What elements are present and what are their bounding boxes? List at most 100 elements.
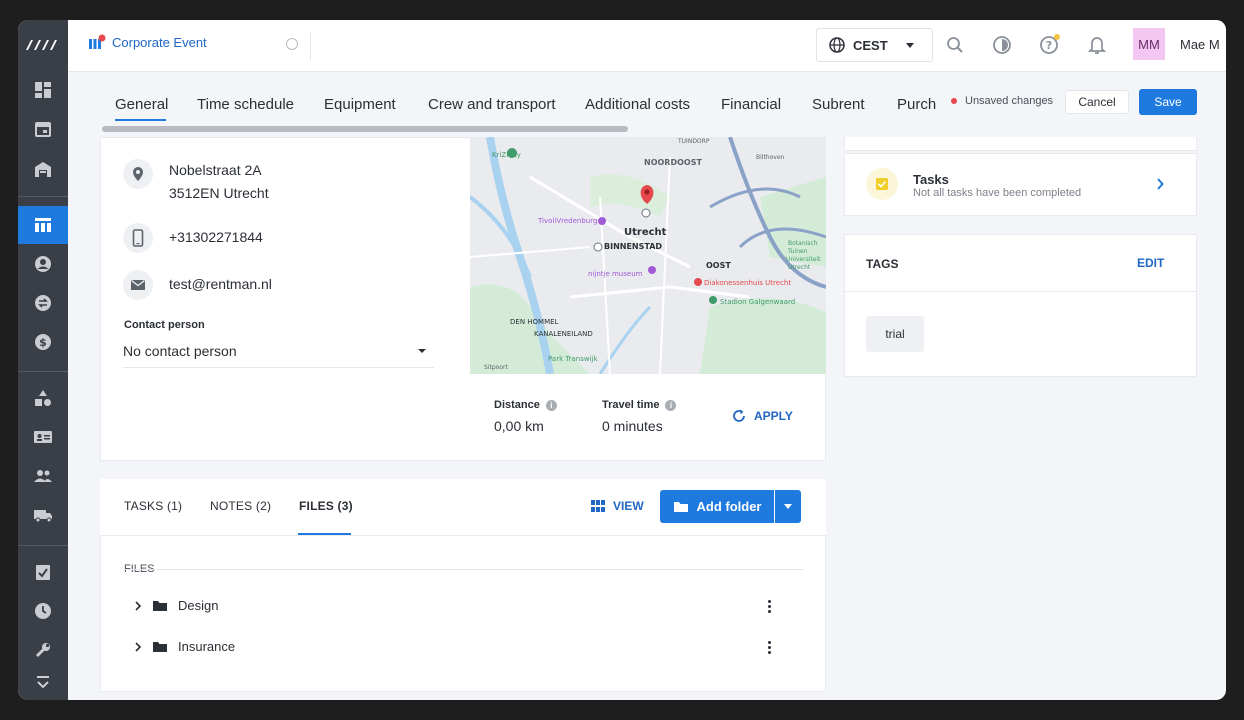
unsaved-text: Unsaved changes	[965, 95, 1054, 107]
refresh-icon	[733, 409, 745, 422]
svg-text:Utrecht: Utrecht	[788, 264, 811, 271]
chevron-down-icon	[784, 504, 792, 509]
svg-text:nijntje museum: nijntje museum	[588, 270, 643, 278]
folder-name: Insurance	[178, 639, 236, 654]
svg-text:Tuinen: Tuinen	[787, 248, 808, 255]
tab-notes[interactable]: NOTES (2)	[210, 499, 271, 513]
info-icon[interactable]: i	[665, 399, 677, 411]
svg-text:?: ?	[1046, 39, 1052, 52]
chevron-right-icon[interactable]	[1156, 178, 1164, 190]
close-tab-icon[interactable]	[286, 38, 298, 50]
expand-sidebar-icon[interactable]	[18, 670, 68, 696]
chevron-right-icon[interactable]	[134, 641, 142, 652]
tab-crew-and-transport[interactable]: Crew and transport	[428, 96, 556, 113]
edit-tags-button[interactable]: EDIT	[1137, 256, 1164, 270]
search-icon[interactable]	[944, 34, 966, 56]
phone-number[interactable]: +31302271844	[169, 223, 263, 249]
clock-icon[interactable]	[18, 592, 68, 630]
calendar-icon[interactable]	[18, 110, 68, 148]
swap-icon[interactable]	[18, 284, 68, 322]
globe-icon	[829, 37, 845, 53]
tab-files[interactable]: FILES (3)	[299, 499, 353, 513]
chevron-right-icon[interactable]	[134, 600, 142, 611]
distance-value: 0,00 km	[494, 418, 544, 434]
folder-icon	[673, 502, 688, 512]
more-options-icon[interactable]	[767, 600, 771, 613]
folder-row-insurance[interactable]: Insurance	[134, 639, 235, 654]
folder-row-design[interactable]: Design	[134, 598, 218, 613]
info-icon[interactable]: i	[545, 399, 557, 411]
crew-icon[interactable]	[18, 457, 68, 495]
phone-row: +31302271844	[123, 223, 263, 253]
truck-icon[interactable]	[18, 496, 68, 534]
add-folder-dropdown[interactable]	[775, 490, 801, 523]
tab-additional-costs[interactable]: Additional costs	[585, 96, 690, 113]
tags-title: TAGS	[866, 257, 899, 271]
wrench-icon[interactable]	[18, 631, 68, 669]
tab-general[interactable]: General	[115, 96, 168, 113]
cancel-button[interactable]: Cancel	[1065, 90, 1129, 114]
contact-person-value: No contact person	[123, 342, 237, 359]
svg-text:Botanisch: Botanisch	[788, 240, 818, 247]
contact-person-select[interactable]: No contact person	[123, 334, 434, 368]
svg-text:Diakonessenhuis Utrecht: Diakonessenhuis Utrecht	[704, 279, 791, 287]
svg-text:Stadion Galgenwaard: Stadion Galgenwaard	[720, 298, 795, 306]
notifications-bell-icon[interactable]	[1086, 34, 1108, 56]
tab-financial[interactable]: Financial	[721, 96, 781, 113]
svg-text:$: $	[39, 336, 47, 349]
svg-text:TivoliVredenburg: TivoliVredenburg	[537, 217, 597, 225]
finance-icon[interactable]: $	[18, 323, 68, 361]
divider	[844, 291, 1197, 292]
folder-icon	[153, 641, 167, 652]
svg-text:TUINDORP: TUINDORP	[677, 138, 710, 145]
warehouse-icon[interactable]	[18, 150, 68, 188]
rentman-logo[interactable]	[18, 30, 68, 60]
save-button[interactable]: Save	[1139, 89, 1197, 115]
location-pin-icon	[123, 159, 153, 189]
add-folder-button[interactable]: Add folder	[660, 490, 774, 523]
address-line-1: Nobelstraat 2A	[169, 162, 262, 178]
address-row: Nobelstraat 2A 3512EN Utrecht	[123, 159, 269, 205]
svg-text:Bilthoven: Bilthoven	[756, 154, 785, 161]
app-window: $ Corporate Event CEST ? MM Mae M Genera…	[18, 20, 1226, 700]
chevron-down-icon	[906, 43, 914, 48]
apply-button[interactable]: APPLY	[732, 409, 793, 423]
tasks-title: Tasks	[913, 172, 949, 187]
grid-icon	[591, 500, 605, 512]
timezone-select[interactable]: CEST	[816, 28, 933, 62]
contacts-icon[interactable]	[18, 245, 68, 283]
checklist-icon[interactable]	[18, 553, 68, 591]
equipment-icon[interactable]	[18, 379, 68, 417]
project-icon	[89, 34, 106, 49]
theme-icon[interactable]	[991, 34, 1013, 56]
user-avatar[interactable]: MM	[1133, 28, 1165, 60]
tab-subrent[interactable]: Subrent	[812, 96, 865, 113]
task-checklist-icon	[866, 168, 898, 200]
tabs-scrollbar[interactable]	[102, 126, 628, 132]
dashboard-icon[interactable]	[18, 71, 68, 109]
tab-tasks[interactable]: TASKS (1)	[124, 499, 182, 513]
phone-icon	[123, 223, 153, 253]
tasks-subtitle: Not all tasks have been completed	[913, 187, 1082, 199]
distance-label: Distance i	[494, 399, 557, 411]
mail-icon	[123, 270, 153, 300]
svg-text:DEN HOMMEL: DEN HOMMEL	[510, 318, 559, 326]
help-icon[interactable]: ?	[1039, 34, 1061, 56]
project-tab[interactable]: Corporate Event	[88, 34, 207, 50]
view-button[interactable]: VIEW	[591, 499, 644, 513]
svg-text:Park Transwijk: Park Transwijk	[548, 355, 598, 363]
email-address[interactable]: test@rentman.nl	[169, 270, 272, 296]
tag-chip[interactable]: trial	[866, 316, 924, 352]
location-map[interactable]: NOORDOOST TUINDORP Utrecht BINNENSTAD OO…	[470, 137, 826, 374]
id-card-icon[interactable]	[18, 418, 68, 456]
svg-text:OOST: OOST	[706, 261, 731, 270]
tab-equipment[interactable]: Equipment	[324, 96, 396, 113]
tab-time-schedule[interactable]: Time schedule	[197, 96, 294, 113]
user-name[interactable]: Mae M	[1180, 37, 1220, 52]
svg-text:Sitpoort: Sitpoort	[484, 364, 508, 371]
folder-name: Design	[178, 598, 219, 613]
projects-icon[interactable]	[18, 206, 68, 244]
tab-purchases[interactable]: Purch	[897, 96, 936, 113]
more-options-icon[interactable]	[767, 641, 771, 654]
contact-person-label: Contact person	[124, 319, 205, 331]
